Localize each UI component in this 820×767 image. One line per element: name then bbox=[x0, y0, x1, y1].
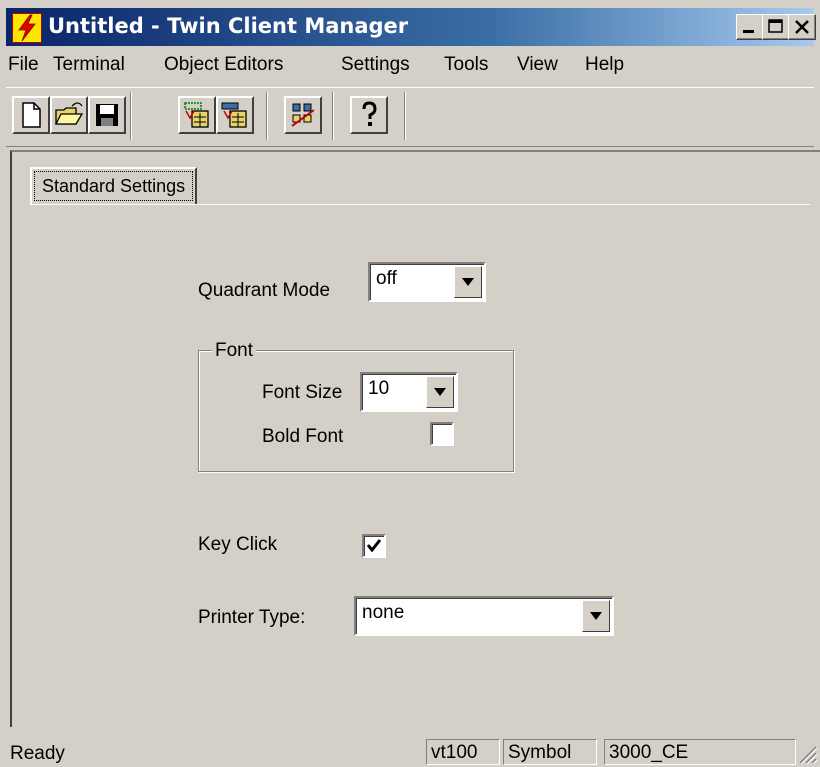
menu-object-editors[interactable]: Object Editors bbox=[164, 54, 283, 76]
font-groupbox bbox=[198, 350, 514, 472]
printer-type-dropdown-button[interactable] bbox=[582, 600, 610, 632]
import-button[interactable] bbox=[178, 96, 216, 134]
new-button[interactable] bbox=[12, 96, 50, 134]
chevron-down-icon bbox=[590, 612, 602, 620]
menu-settings[interactable]: Settings bbox=[341, 54, 410, 76]
layout-icon bbox=[291, 103, 315, 127]
export-button[interactable] bbox=[216, 96, 254, 134]
help-icon bbox=[362, 101, 377, 126]
resize-grip-icon[interactable] bbox=[796, 743, 818, 765]
printer-type-select[interactable]: none bbox=[354, 596, 614, 636]
toolbar-separator bbox=[332, 92, 334, 140]
lightning-app-icon[interactable] bbox=[12, 13, 42, 43]
open-button[interactable] bbox=[50, 96, 88, 134]
menu-terminal[interactable]: Terminal bbox=[53, 54, 125, 76]
client-area: Standard Settings Quadrant Mode off Font… bbox=[10, 150, 820, 727]
app-window: Untitled - Twin Client Manager File Term… bbox=[0, 0, 820, 767]
toolbar-separator bbox=[404, 92, 406, 140]
menu-bar: File Terminal Object Editors Settings To… bbox=[6, 48, 814, 84]
font-size-label: Font Size bbox=[262, 382, 343, 403]
menu-tools[interactable]: Tools bbox=[444, 54, 488, 76]
quadrant-mode-label: Quadrant Mode bbox=[198, 280, 331, 301]
checkmark-icon bbox=[366, 539, 382, 553]
menu-file[interactable]: File bbox=[8, 54, 39, 76]
window-title: Untitled - Twin Client Manager bbox=[48, 14, 409, 38]
new-document-icon bbox=[22, 102, 41, 128]
toolbar-separator bbox=[130, 92, 132, 140]
quadrant-mode-value: off bbox=[376, 268, 397, 289]
layout-button[interactable] bbox=[284, 96, 322, 134]
status-device: 3000_CE bbox=[604, 739, 796, 765]
open-folder-icon bbox=[54, 102, 84, 125]
key-click-checkbox[interactable] bbox=[362, 534, 386, 558]
minimize-icon bbox=[743, 30, 754, 33]
toolbar-separator bbox=[266, 92, 268, 140]
status-bar: Ready vt100 Symbol 3000_CE bbox=[0, 735, 820, 767]
save-disk-icon bbox=[96, 104, 118, 126]
minimize-button[interactable] bbox=[736, 14, 764, 40]
close-button[interactable] bbox=[788, 14, 816, 40]
font-size-dropdown-button[interactable] bbox=[426, 376, 454, 408]
title-bar[interactable]: Untitled - Twin Client Manager bbox=[6, 8, 816, 46]
maximize-icon bbox=[768, 19, 783, 33]
tab-panel-border bbox=[30, 204, 810, 205]
help-button[interactable] bbox=[350, 96, 388, 134]
key-click-label: Key Click bbox=[198, 534, 278, 555]
import-icon bbox=[184, 102, 209, 128]
export-icon bbox=[221, 102, 247, 128]
status-symbol: Symbol bbox=[503, 739, 597, 765]
toolbar bbox=[6, 87, 814, 147]
status-terminal-type: vt100 bbox=[426, 739, 500, 765]
font-group-title: Font bbox=[212, 340, 257, 362]
save-button[interactable] bbox=[88, 96, 126, 134]
quadrant-mode-select[interactable]: off bbox=[368, 262, 486, 302]
bold-font-label: Bold Font bbox=[262, 426, 344, 447]
bold-font-checkbox[interactable] bbox=[430, 422, 454, 446]
printer-type-label: Printer Type: bbox=[198, 607, 306, 628]
tab-standard-settings[interactable]: Standard Settings bbox=[30, 167, 198, 205]
font-size-select[interactable]: 10 bbox=[360, 372, 458, 412]
maximize-button[interactable] bbox=[762, 14, 790, 40]
font-size-value: 10 bbox=[368, 378, 390, 399]
quadrant-mode-dropdown-button[interactable] bbox=[454, 266, 482, 298]
menu-help[interactable]: Help bbox=[585, 54, 624, 76]
chevron-down-icon bbox=[434, 388, 446, 396]
close-icon bbox=[795, 20, 809, 34]
printer-type-value: none bbox=[362, 602, 405, 623]
status-message: Ready bbox=[10, 743, 65, 764]
chevron-down-icon bbox=[462, 278, 474, 286]
menu-view[interactable]: View bbox=[517, 54, 558, 76]
